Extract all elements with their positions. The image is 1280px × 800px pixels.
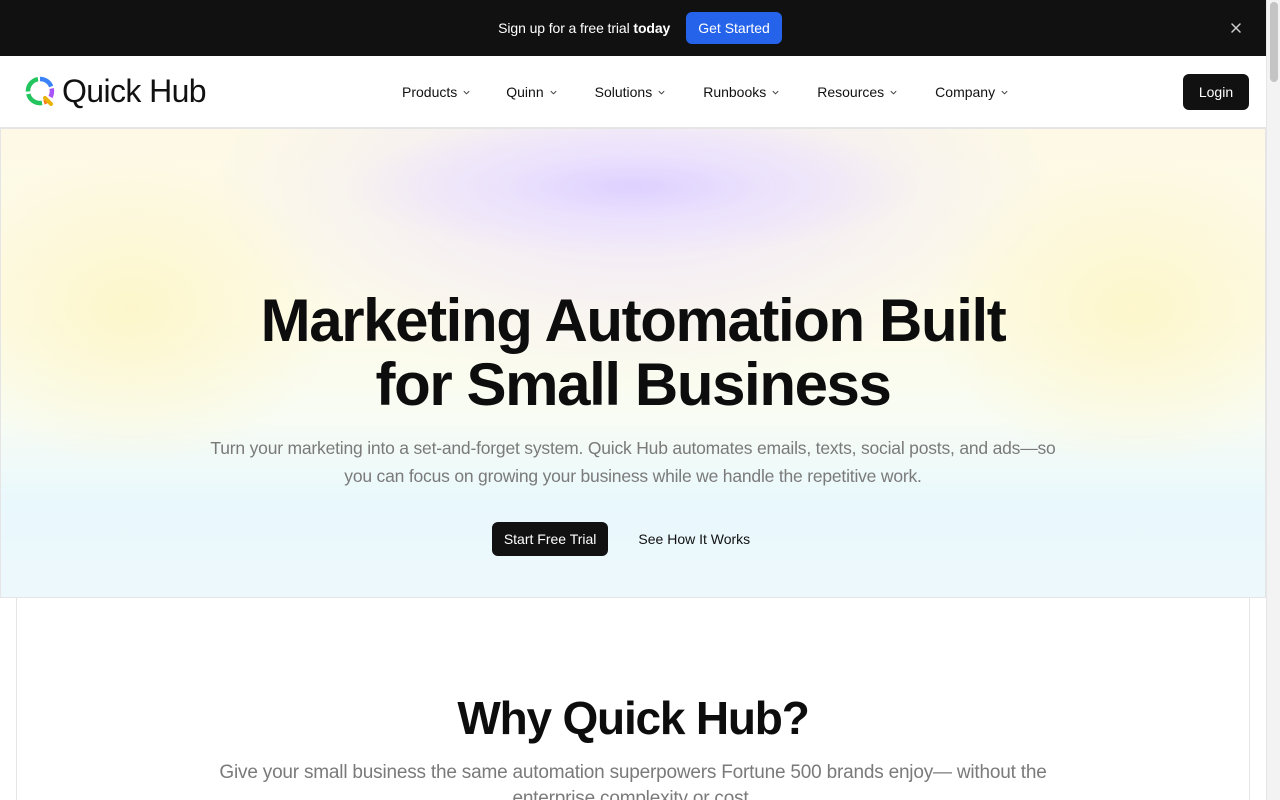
announcement-bar: Sign up for a free trial today Get Start… [0, 0, 1280, 56]
main-nav: Products Quinn Solutions Runbooks Resour… [402, 82, 1009, 102]
brand-name: Quick Hub [62, 73, 207, 109]
announcement-text: Sign up for a free trial today [498, 20, 671, 36]
nav-item-runbooks[interactable]: Runbooks [703, 82, 780, 102]
nav-label: Resources [817, 84, 885, 100]
why-subtitle: Give your small business the same automa… [219, 762, 1047, 800]
page-scrollbar[interactable] [1266, 0, 1280, 800]
chevron-down-icon [550, 90, 557, 95]
nav-item-company[interactable]: Company [935, 82, 1009, 102]
chevron-down-icon [890, 90, 897, 95]
nav-item-products[interactable]: Products [402, 82, 471, 102]
chevron-down-icon [463, 90, 470, 95]
see-how-it-works-button[interactable]: See How It Works [636, 522, 752, 556]
get-started-button[interactable]: Get Started [686, 12, 782, 44]
nav-item-solutions[interactable]: Solutions [595, 82, 667, 102]
hero-title-line-1: Marketing Automation Built [260, 287, 1007, 354]
nav-label: Quinn [506, 84, 544, 100]
hero-title-line-2: for Small Business [375, 351, 892, 418]
close-icon[interactable] [1228, 20, 1244, 36]
chevron-down-icon [658, 90, 665, 95]
scrollbar-thumb[interactable] [1270, 2, 1278, 82]
start-free-trial-button[interactable]: Start Free Trial [491, 522, 609, 556]
hero-title: Marketing Automation Built for Small Bus… [1, 289, 1265, 417]
nav-label: Runbooks [703, 84, 767, 100]
top-navbar: Quick Hub Products Quinn Solutions Runbo… [0, 56, 1266, 128]
nav-item-quinn[interactable]: Quinn [506, 82, 557, 102]
chevron-down-icon [1001, 90, 1008, 95]
hero-actions: Start Free Trial See How It Works [1, 522, 1265, 556]
nav-label: Solutions [594, 84, 653, 100]
nav-item-resources[interactable]: Resources [817, 82, 898, 102]
nav-label: Company [935, 84, 996, 100]
hero-subtitle: Turn your marketing into a set-and-forge… [210, 438, 1056, 486]
announcement-content: Sign up for a free trial today Get Start… [498, 12, 782, 44]
brand-logo[interactable]: Quick Hub [24, 73, 207, 109]
logo-icon [25, 76, 55, 106]
hero-section: Marketing Automation Built for Small Bus… [0, 128, 1266, 598]
why-title: Why Quick Hub? [457, 692, 809, 744]
why-section: Why Quick Hub? Give your small business … [16, 598, 1250, 800]
nav-label: Products [402, 84, 458, 100]
chevron-down-icon [772, 90, 779, 95]
login-button[interactable]: Login [1183, 74, 1249, 110]
